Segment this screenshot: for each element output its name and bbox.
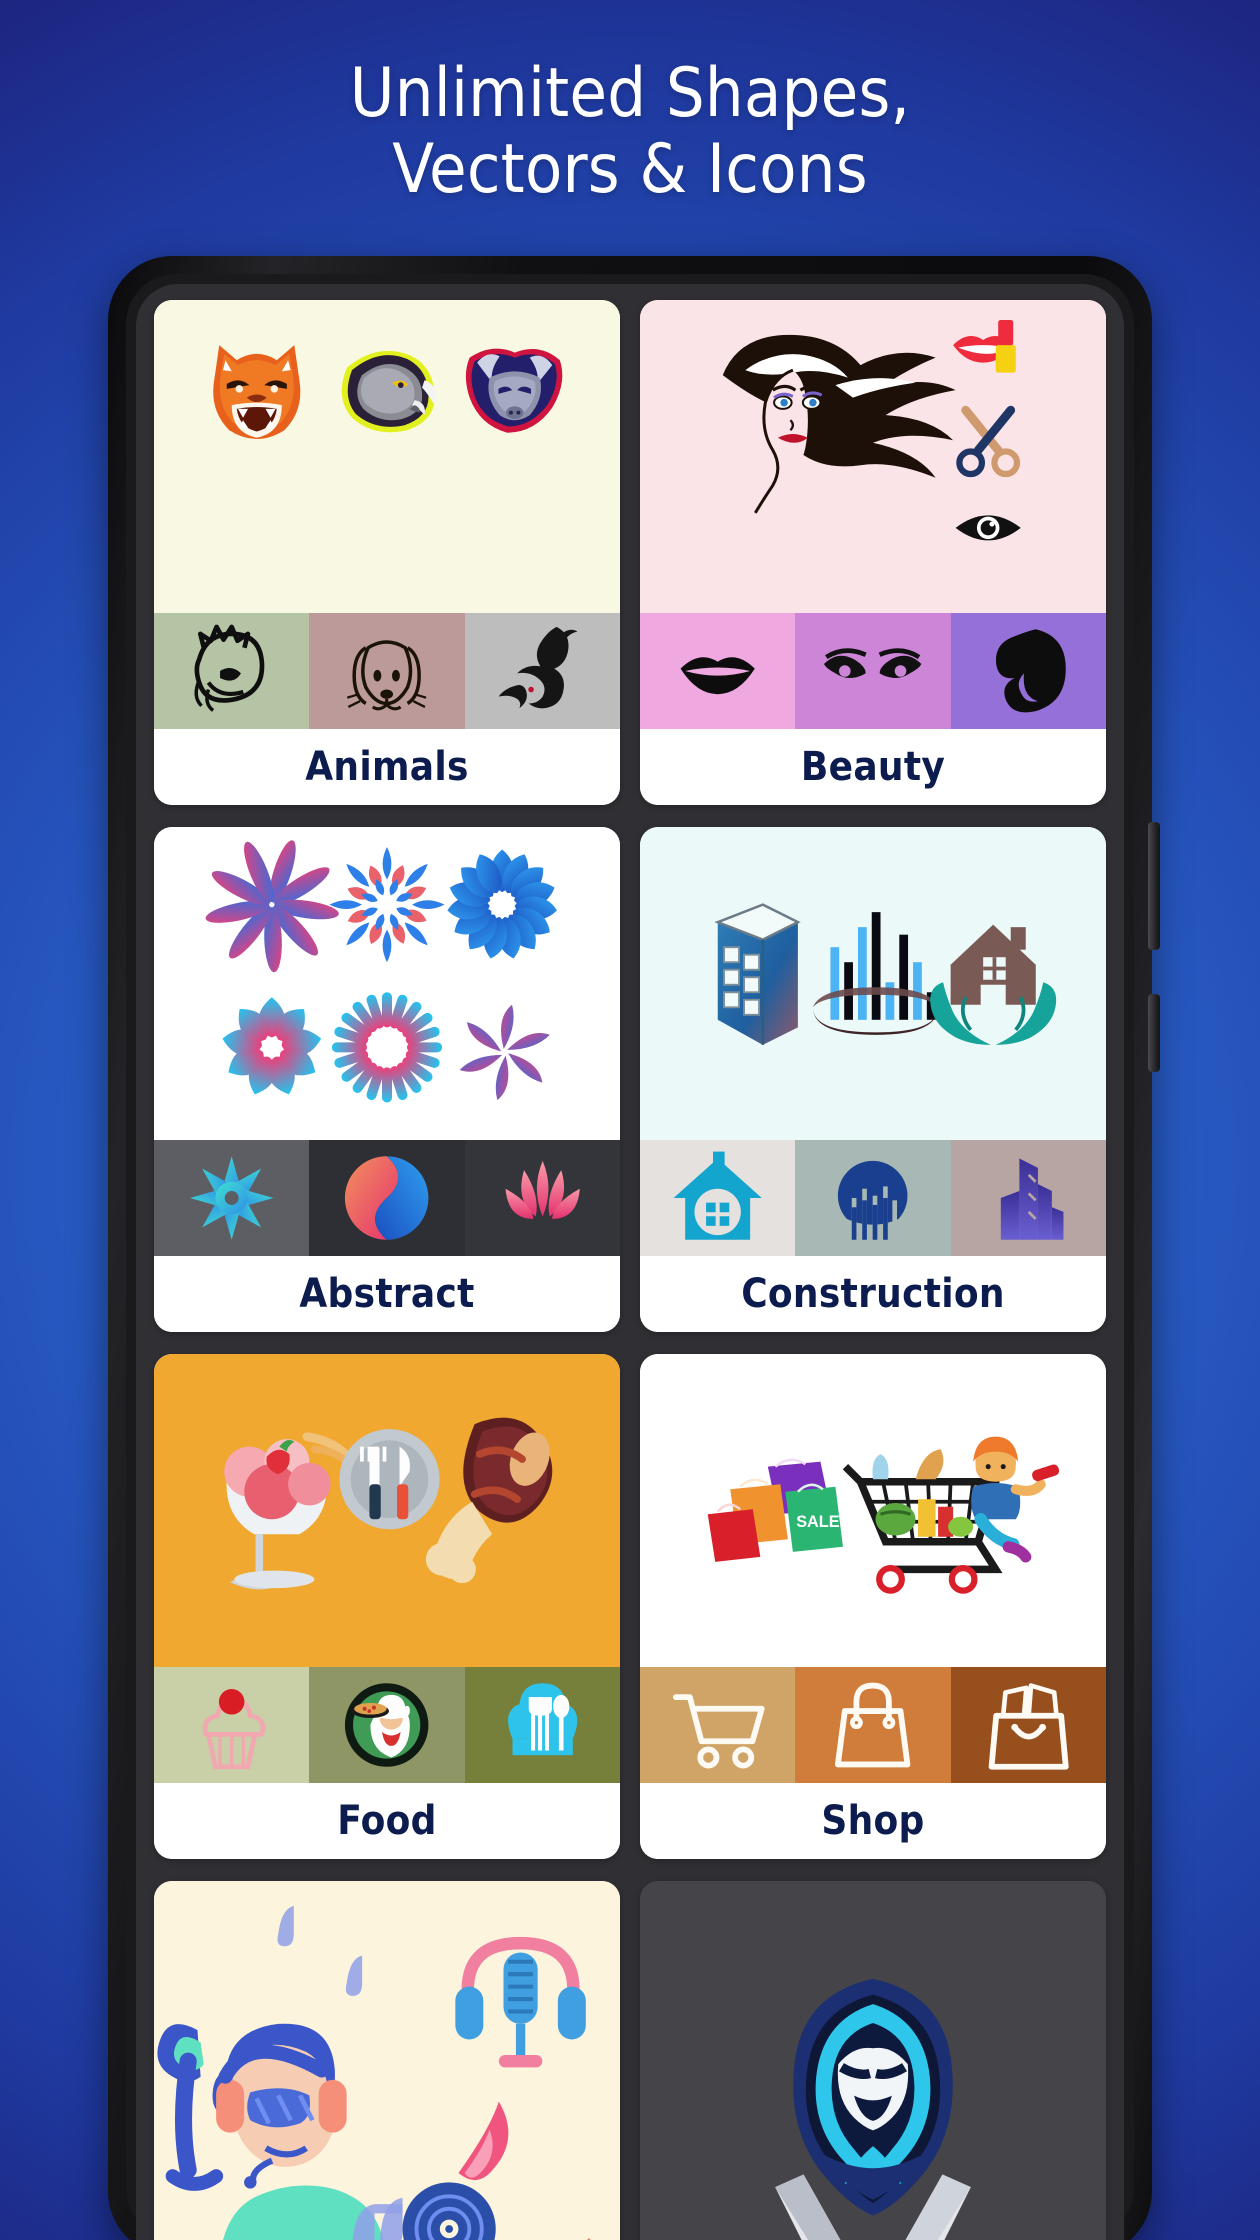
blue-spiral-icon (447, 849, 557, 959)
shop-hero: SALE (640, 1354, 1106, 1667)
category-card-food[interactable]: Food (154, 1354, 620, 1859)
woman-flowing-hair-icon (722, 334, 956, 514)
category-card-gaming[interactable]: Gaming (640, 1881, 1106, 2240)
skyline-bars-icon (812, 912, 939, 1035)
ham-leg-icon (425, 1417, 553, 1584)
hair-silhouette-icon (950, 613, 1106, 729)
abstract-hero (154, 827, 620, 1140)
gaming-hero (640, 1881, 1106, 2240)
category-label-animals: Animals (154, 729, 620, 805)
tribal-dragon-icon (464, 613, 620, 729)
category-card-abstract[interactable]: Abstract (154, 827, 620, 1332)
sale-badge-text: SALE (796, 1513, 840, 1531)
chef-pizza-icon (309, 1667, 465, 1783)
headline-line-2: Vectors & Icons (392, 130, 868, 210)
eight-point-star-icon (154, 1140, 310, 1256)
handbag-outline-icon (795, 1667, 951, 1783)
shopping-cart-outline-icon (640, 1667, 796, 1783)
hooded-assassin-mascot-icon (793, 1978, 953, 2216)
pinwheel-burst-icon (205, 840, 339, 973)
phone-screen: Animals Beauty Abstract Construction Foo… (136, 284, 1124, 2240)
sunburst-flower-icon (331, 992, 443, 1103)
construction-hero (640, 827, 1106, 1140)
ice-cream-sundae-icon (224, 1432, 356, 1590)
promo-screenshot: Unlimited Shapes, Vectors & Icons Animal… (0, 0, 1260, 2240)
grocery-bag-outline-icon (950, 1667, 1106, 1783)
music-hero (154, 1881, 620, 2240)
isometric-building-icon (714, 903, 801, 1045)
cupcake-icon (154, 1667, 310, 1783)
category-card-beauty[interactable]: Beauty (640, 300, 1106, 805)
microphone-headset-icon (455, 1936, 586, 2068)
house-in-hands-icon (930, 924, 1057, 1045)
animals-hero (154, 300, 620, 613)
boy-in-cart-icon (842, 1436, 1060, 1594)
chef-hat-utensils-icon (464, 1667, 620, 1783)
abstract-strip (154, 1140, 620, 1256)
category-label-construction: Construction (640, 1256, 1106, 1332)
lotus-icon (464, 1140, 620, 1256)
crowned-lion-icon (154, 613, 310, 729)
mandala-flower-icon (329, 847, 445, 963)
purple-towers-icon (950, 1140, 1106, 1256)
shopping-bags-icon: SALE (707, 1458, 843, 1562)
headline-line-1: Unlimited Shapes, (349, 54, 911, 133)
swirl-blades-icon (459, 1004, 550, 1101)
teal-house-icon (640, 1140, 796, 1256)
scissors-icon (956, 405, 1021, 478)
construction-strip (640, 1140, 1106, 1256)
bull-mascot-icon (465, 348, 563, 433)
yin-yang-swirl-icon (309, 1140, 465, 1256)
category-card-construction[interactable]: Construction (640, 827, 1106, 1332)
lipstick-lips-icon (953, 320, 1016, 373)
beauty-strip (640, 613, 1106, 729)
eye-icon (955, 515, 1021, 541)
eyes-lashes-icon (795, 613, 951, 729)
page-title: Unlimited Shapes, Vectors & Icons (0, 54, 1260, 210)
volume-rocker-button[interactable] (1148, 822, 1160, 950)
power-button[interactable] (1148, 994, 1160, 1072)
circle-skyline-icon (795, 1140, 951, 1256)
dog-face-icon (309, 613, 465, 729)
food-hero (154, 1354, 620, 1667)
flaming-vinyl-icon (402, 2101, 509, 2240)
category-card-animals[interactable]: Animals (154, 300, 620, 805)
animals-strip (154, 613, 620, 729)
category-card-shop[interactable]: SALE Shop (640, 1354, 1106, 1859)
category-label-food: Food (154, 1783, 620, 1859)
phone-mockup: Animals Beauty Abstract Construction Foo… (108, 256, 1160, 2240)
category-label-beauty: Beauty (640, 729, 1106, 805)
beauty-hero (640, 300, 1106, 613)
plate-fork-knife-icon (339, 1429, 440, 1530)
food-strip (154, 1667, 620, 1783)
tiger-mascot-icon (213, 345, 301, 439)
petal-ring-icon (222, 997, 322, 1095)
dj-headphones-icon (157, 2023, 384, 2240)
category-grid: Animals Beauty Abstract Construction Foo… (136, 284, 1124, 2240)
category-label-abstract: Abstract (154, 1256, 620, 1332)
lips-kiss-icon (640, 613, 796, 729)
rhino-mascot-icon (341, 350, 436, 433)
category-label-shop: Shop (640, 1783, 1106, 1859)
shop-strip (640, 1667, 1106, 1783)
category-card-music[interactable]: Music (154, 1881, 620, 2240)
